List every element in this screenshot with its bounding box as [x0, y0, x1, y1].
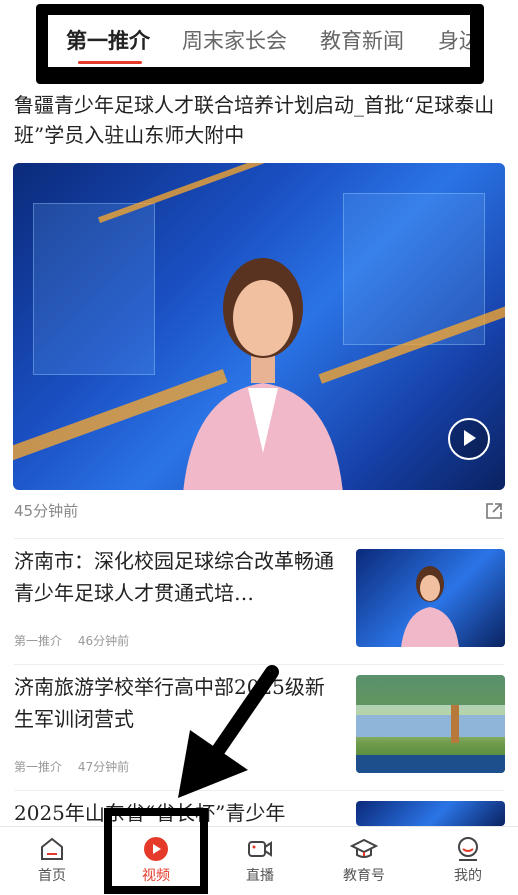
nav-label: 直播 [246, 868, 274, 884]
tabs-highlight-box: 第一推介 周末家长会 教育新闻 身边 [36, 4, 484, 84]
list-item-thumbnail[interactable] [356, 675, 505, 773]
news-anchor-figure [183, 258, 343, 490]
nav-education-account[interactable]: 教育号 [312, 827, 416, 895]
video-player[interactable] [13, 163, 505, 490]
profile-icon [458, 837, 478, 861]
graduation-cap-icon [350, 838, 378, 858]
divider [14, 790, 504, 791]
tab-education-news[interactable]: 教育新闻 [320, 25, 404, 55]
list-item-source: 第一推介 [14, 760, 63, 774]
nav-label: 教育号 [343, 868, 385, 884]
nav-home[interactable]: 首页 [0, 827, 104, 895]
play-button[interactable] [448, 418, 490, 460]
list-item-thumbnail[interactable] [356, 801, 505, 826]
nav-label: 我的 [454, 868, 482, 884]
video-tab-highlight-box [104, 808, 208, 894]
list-item-meta: 第一推介 46分钟前 [14, 632, 141, 649]
tab-weekend-parent-meeting[interactable]: 周末家长会 [182, 25, 287, 55]
tab-nearby[interactable]: 身边 [438, 25, 470, 55]
tab-featured[interactable]: 第一推介 [66, 25, 150, 55]
list-item-title[interactable]: 济南旅游学校举行高中部2025级新生军训闭营式 [14, 671, 344, 735]
list-item-time: 46分钟前 [77, 634, 130, 648]
list-item-time: 47分钟前 [77, 760, 130, 774]
top-tab-bar: 第一推介 周末家长会 教育新闻 身边 [48, 15, 470, 67]
active-tab-indicator [78, 61, 142, 64]
studio-panel [33, 203, 155, 375]
home-icon [41, 837, 63, 860]
military-training-photo [356, 675, 505, 773]
camera-icon [248, 841, 272, 857]
list-item-source: 第一推介 [14, 634, 63, 648]
bottom-navigation: 首页 视频 直播 教育号 我的 [0, 826, 518, 895]
news-anchor-figure [401, 566, 459, 647]
divider [14, 664, 504, 665]
list-item-meta: 第一推介 47分钟前 [14, 758, 141, 775]
headline-time: 45分钟前 [14, 502, 79, 520]
nav-live[interactable]: 直播 [208, 827, 312, 895]
list-item-thumbnail[interactable] [356, 549, 505, 647]
headline-title[interactable]: 鲁疆青少年足球人才联合培养计划启动_首批“足球泰山班”学员入驻山东师大附中 [14, 90, 504, 150]
share-icon[interactable] [484, 501, 504, 521]
nav-label: 首页 [38, 868, 66, 884]
list-item-title[interactable]: 济南市：深化校园足球综合改革畅通青少年足球人才贯通式培… [14, 545, 344, 609]
nav-profile[interactable]: 我的 [416, 827, 518, 895]
divider [14, 538, 504, 539]
